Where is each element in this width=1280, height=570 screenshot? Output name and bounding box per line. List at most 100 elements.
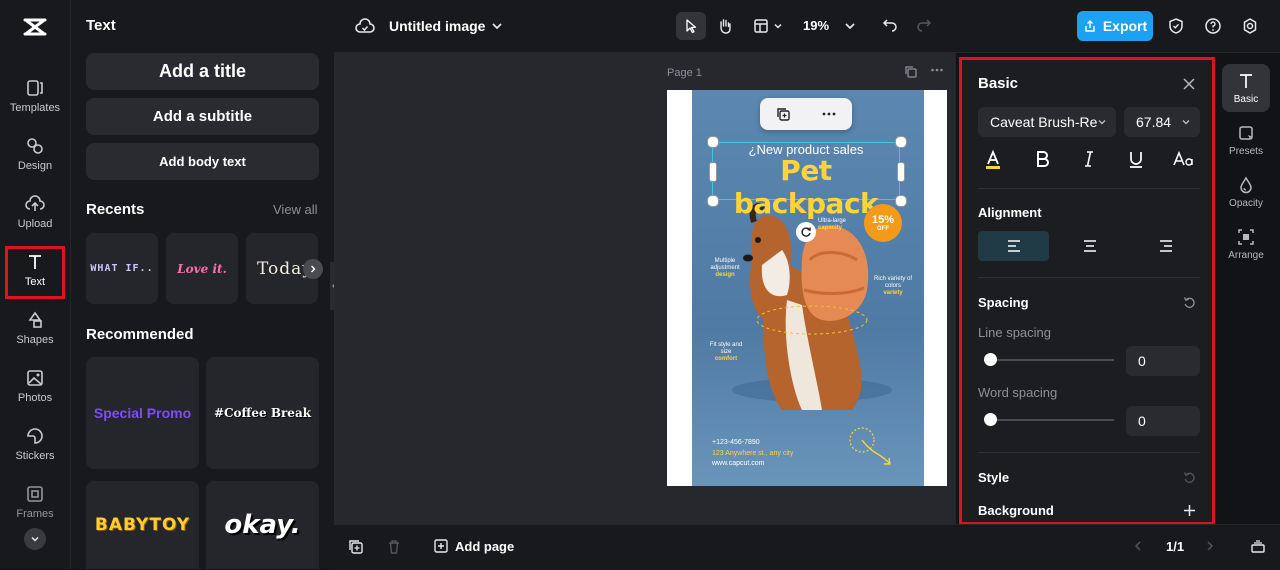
feature-highlight: comfort	[714, 356, 738, 363]
contact-address: 123 Anywhere st., any city	[712, 449, 794, 457]
undo-button[interactable]	[877, 13, 903, 39]
more-icon	[931, 68, 943, 72]
shield-button[interactable]	[1163, 13, 1189, 39]
chevron-down-icon	[845, 23, 855, 30]
recommended-text-sample: okay.	[224, 510, 301, 540]
text-icon	[1240, 73, 1252, 88]
element-more-button[interactable]	[821, 106, 837, 122]
highlight-frame-text	[5, 246, 65, 299]
feature-callout: Ultra-large capacity	[818, 218, 846, 232]
tool-arrange[interactable]: Arrange	[1222, 220, 1270, 268]
panel-title: Text	[86, 17, 116, 34]
rail-item-shapes[interactable]: Shapes	[0, 302, 70, 354]
capcut-logo[interactable]	[21, 13, 49, 41]
feature-callout: Rich variety of colors variety	[870, 276, 916, 298]
duplicate-page-button[interactable]	[904, 65, 918, 79]
text-panel: Text Add a title Add a subtitle Add body…	[71, 0, 334, 569]
rail-item-photos[interactable]: Photos	[0, 360, 70, 412]
next-page-button[interactable]	[1204, 540, 1216, 552]
resize-handle[interactable]	[895, 136, 907, 148]
left-rail: Templates Design Upload Text Shapes Phot…	[0, 0, 71, 569]
canvas-area[interactable]: Page 1 ¿New product sales Pet backpack 1…	[334, 53, 956, 524]
delete-page-button[interactable]	[386, 539, 402, 555]
cursor-icon	[686, 19, 697, 34]
upload-icon	[25, 195, 45, 211]
more-tools-button[interactable]	[24, 528, 46, 550]
duplicate-page-bottom-button[interactable]	[348, 539, 364, 555]
arrange-icon	[1238, 228, 1254, 245]
discount-value: 15%	[871, 213, 895, 226]
tool-basic[interactable]: Basic	[1222, 64, 1270, 112]
rail-item-frames[interactable]: Frames	[0, 476, 70, 528]
page[interactable]: ¿New product sales Pet backpack 15% OFF …	[667, 90, 947, 486]
recent-text-card[interactable]: Love it.	[166, 233, 238, 304]
rail-item-design[interactable]: Design	[0, 128, 70, 180]
contact-info: +123-456-7890 123 Anywhere st., any city…	[712, 438, 793, 470]
rail-label: Frames	[16, 508, 54, 520]
recent-text-sample: Love it.	[177, 261, 227, 276]
add-body-text-button[interactable]: Add body text	[86, 143, 319, 180]
prev-page-button[interactable]	[1132, 540, 1144, 552]
cloud-sync-button[interactable]	[352, 13, 378, 39]
page-counter: 1/1	[1166, 539, 1185, 554]
poster-image[interactable]: ¿New product sales Pet backpack 15% OFF …	[692, 90, 924, 486]
rotate-handle[interactable]	[796, 222, 816, 242]
title-dropdown-button[interactable]	[484, 13, 510, 39]
settings-button[interactable]	[1237, 13, 1263, 39]
highlight-frame-props	[959, 57, 1215, 525]
chevron-down-icon	[774, 23, 782, 29]
recommended-text-card[interactable]: #Coffee Break	[206, 357, 319, 469]
document-title[interactable]: Untitled image	[389, 18, 485, 34]
page-more-button[interactable]	[930, 63, 944, 77]
layout-dropdown-button[interactable]	[768, 13, 788, 39]
redo-button[interactable]	[911, 13, 937, 39]
tool-opacity[interactable]: Opacity	[1222, 168, 1270, 216]
add-page-button[interactable]: Add page	[433, 538, 514, 554]
rail-label: Design	[17, 160, 53, 172]
zoom-dropdown-button[interactable]	[837, 13, 863, 39]
rail-item-stickers[interactable]: Stickers	[0, 418, 70, 470]
help-icon	[1205, 18, 1221, 34]
export-button[interactable]: Export	[1077, 11, 1153, 41]
chevron-left-icon	[1134, 541, 1141, 551]
feature-highlight: capacity	[818, 225, 843, 232]
export-icon	[1085, 20, 1095, 32]
contact-website: www.capcut.com	[712, 460, 765, 467]
hand-icon	[720, 19, 731, 34]
help-button[interactable]	[1200, 13, 1226, 39]
duplicate-element-button[interactable]	[775, 106, 791, 122]
shield-icon	[1169, 18, 1183, 34]
recent-text-card[interactable]: WHAT IF..	[86, 233, 158, 304]
view-all-link[interactable]: View all	[273, 202, 318, 217]
rotate-icon	[801, 227, 811, 237]
feature-highlight: design	[715, 272, 735, 279]
tool-label: Opacity	[1229, 197, 1263, 209]
rail-item-upload[interactable]: Upload	[0, 186, 70, 238]
discount-badge: 15% OFF	[864, 204, 902, 242]
recommended-text-card[interactable]: Special Promo	[86, 357, 199, 469]
rail-item-templates[interactable]: Templates	[0, 70, 70, 122]
add-title-button[interactable]: Add a title	[86, 53, 319, 90]
feature-callout: Multiple adjustment design	[702, 258, 748, 280]
tool-presets[interactable]: Presets	[1222, 116, 1270, 164]
hand-tool-button[interactable]	[712, 13, 738, 39]
recents-next-button[interactable]	[303, 259, 323, 279]
page-overview-button[interactable]	[1250, 538, 1266, 554]
zoom-level[interactable]: 19%	[803, 18, 829, 33]
tool-label: Basic	[1233, 93, 1259, 105]
photos-icon	[27, 370, 43, 386]
feature-callout: Fit style and size comfort	[708, 342, 744, 364]
add-subtitle-button[interactable]: Add a subtitle	[86, 98, 319, 135]
design-icon	[27, 138, 43, 154]
tool-label: Presets	[1229, 145, 1263, 157]
trash-icon	[389, 540, 399, 554]
select-tool-button[interactable]	[676, 12, 706, 40]
recents-heading: Recents	[86, 201, 145, 218]
recommended-text-card[interactable]: BABYTOY	[86, 481, 199, 569]
tool-label: Arrange	[1228, 249, 1264, 261]
feature-highlight: variety	[883, 290, 903, 297]
chevron-right-icon	[311, 265, 316, 273]
duplicate-icon	[777, 108, 790, 121]
recommended-text-card[interactable]: okay.	[206, 481, 319, 569]
shapes-icon	[28, 311, 42, 328]
